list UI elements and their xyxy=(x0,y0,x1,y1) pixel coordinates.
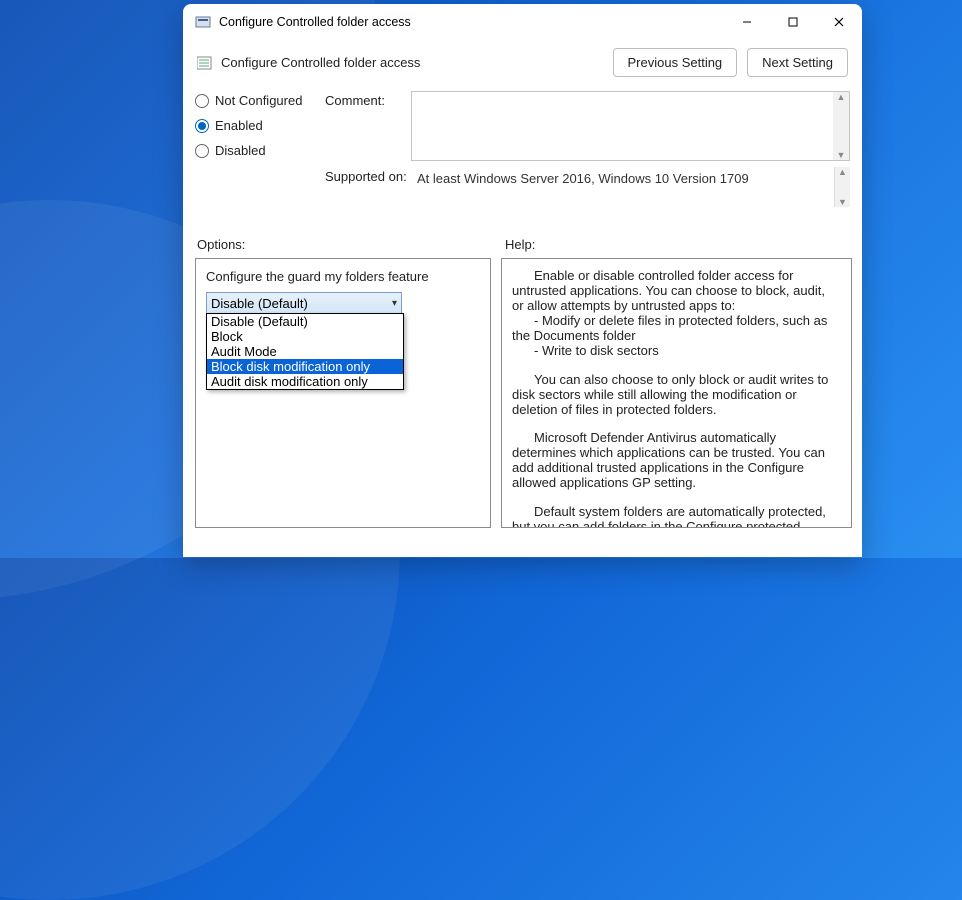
radio-label: Enabled xyxy=(215,118,263,133)
settings-list-icon xyxy=(197,55,215,71)
dropdown-list: Disable (Default) Block Audit Mode Block… xyxy=(206,313,404,390)
help-panel: Enable or disable controlled folder acce… xyxy=(501,258,852,528)
policy-icon xyxy=(195,14,211,30)
radio-icon xyxy=(195,144,209,158)
maximize-button[interactable] xyxy=(770,6,816,38)
options-section-label: Options: xyxy=(197,237,505,252)
dropdown-option[interactable]: Block xyxy=(207,329,403,344)
comment-label: Comment: xyxy=(325,91,411,161)
policy-title: Configure Controlled folder access xyxy=(221,55,420,70)
scroll-down-icon[interactable]: ▼ xyxy=(838,197,847,207)
options-panel: Configure the guard my folders feature D… xyxy=(195,258,491,528)
subheader: Configure Controlled folder access Previ… xyxy=(183,40,862,91)
previous-setting-button[interactable]: Previous Setting xyxy=(613,48,738,77)
radio-disabled[interactable]: Disabled xyxy=(195,143,325,158)
supported-text: At least Windows Server 2016, Windows 10… xyxy=(417,171,749,186)
radio-label: Disabled xyxy=(215,143,266,158)
scroll-up-icon[interactable]: ▲ xyxy=(837,92,846,102)
help-section-label: Help: xyxy=(505,237,535,252)
window-controls xyxy=(724,6,862,38)
help-text: Microsoft Defender Antivirus automatical… xyxy=(512,431,837,491)
next-setting-button[interactable]: Next Setting xyxy=(747,48,848,77)
dropdown-option[interactable]: Block disk modification only xyxy=(207,359,403,374)
guard-mode-dropdown[interactable]: Disable (Default) ▾ xyxy=(206,292,402,314)
radio-enabled[interactable]: Enabled xyxy=(195,118,325,133)
supported-on-label: Supported on: xyxy=(325,167,411,207)
options-title: Configure the guard my folders feature xyxy=(206,269,480,284)
policy-editor-window: Configure Controlled folder access Confi… xyxy=(183,4,862,557)
radio-label: Not Configured xyxy=(215,93,302,108)
minimize-button[interactable] xyxy=(724,6,770,38)
chevron-down-icon: ▾ xyxy=(392,298,397,309)
help-text: - Write to disk sectors xyxy=(512,344,837,359)
help-text: You can also choose to only block or aud… xyxy=(512,373,837,418)
scroll-up-icon[interactable]: ▲ xyxy=(838,167,847,177)
window-title: Configure Controlled folder access xyxy=(219,15,411,29)
help-text: Default system folders are automatically… xyxy=(512,505,837,528)
help-text: - Modify or delete files in protected fo… xyxy=(512,314,837,344)
scrollbar[interactable]: ▲▼ xyxy=(834,167,850,207)
radio-icon xyxy=(195,94,209,108)
radio-not-configured[interactable]: Not Configured xyxy=(195,93,325,108)
state-radio-group: Not Configured Enabled Disabled xyxy=(195,91,325,213)
supported-on-value: At least Windows Server 2016, Windows 10… xyxy=(411,167,850,207)
dropdown-option[interactable]: Audit disk modification only xyxy=(207,374,403,389)
scrollbar[interactable]: ▲▼ xyxy=(833,92,849,160)
dropdown-option[interactable]: Audit Mode xyxy=(207,344,403,359)
scroll-down-icon[interactable]: ▼ xyxy=(837,150,846,160)
radio-icon xyxy=(195,119,209,133)
dropdown-selected: Disable (Default) xyxy=(211,296,308,311)
help-text: Enable or disable controlled folder acce… xyxy=(512,269,837,314)
comment-textarea[interactable]: ▲▼ xyxy=(411,91,850,161)
dropdown-option[interactable]: Disable (Default) xyxy=(207,314,403,329)
close-button[interactable] xyxy=(816,6,862,38)
titlebar: Configure Controlled folder access xyxy=(183,4,862,40)
